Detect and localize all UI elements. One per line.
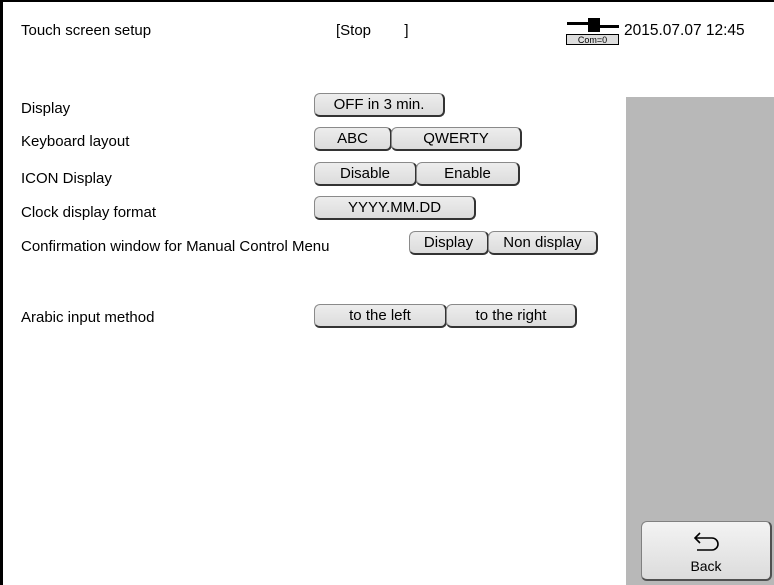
arabic-right-button[interactable]: to the right [446,304,577,328]
datetime: 2015.07.07 12:45 [624,22,745,39]
keyboard-qwerty-button[interactable]: QWERTY [391,127,522,151]
clock-format-button[interactable]: YYYY.MM.DD [314,196,476,220]
icon-display-label: ICON Display [21,170,112,187]
arabic-input-label: Arabic input method [21,309,155,326]
confirmation-display-button[interactable]: Display [409,231,489,255]
clock-format-label: Clock display format [21,204,157,221]
display-label: Display [21,100,71,117]
confirmation-window-label: Confirmation window for Manual Control M… [21,238,330,255]
keyboard-layout-label: Keyboard layout [21,133,130,150]
connector-icon [567,18,619,32]
display-timeout-button[interactable]: OFF in 3 min. [314,93,445,117]
arabic-left-button[interactable]: to the left [314,304,447,328]
communication-status-icon: Com=0 [566,16,619,45]
com-label: Com=0 [566,34,619,45]
page-title: Touch screen setup [21,22,152,39]
keyboard-abc-button[interactable]: ABC [314,127,392,151]
top-border [0,0,774,2]
left-border [0,0,3,585]
icon-display-disable-button[interactable]: Disable [314,162,417,186]
back-label: Back [690,558,722,574]
side-panel [626,97,774,585]
icon-display-enable-button[interactable]: Enable [416,162,520,186]
confirmation-non-display-button[interactable]: Non display [488,231,598,255]
machine-status: [Stop ] [336,22,409,39]
back-button[interactable]: Back [641,521,772,581]
back-arrow-icon [693,532,719,551]
